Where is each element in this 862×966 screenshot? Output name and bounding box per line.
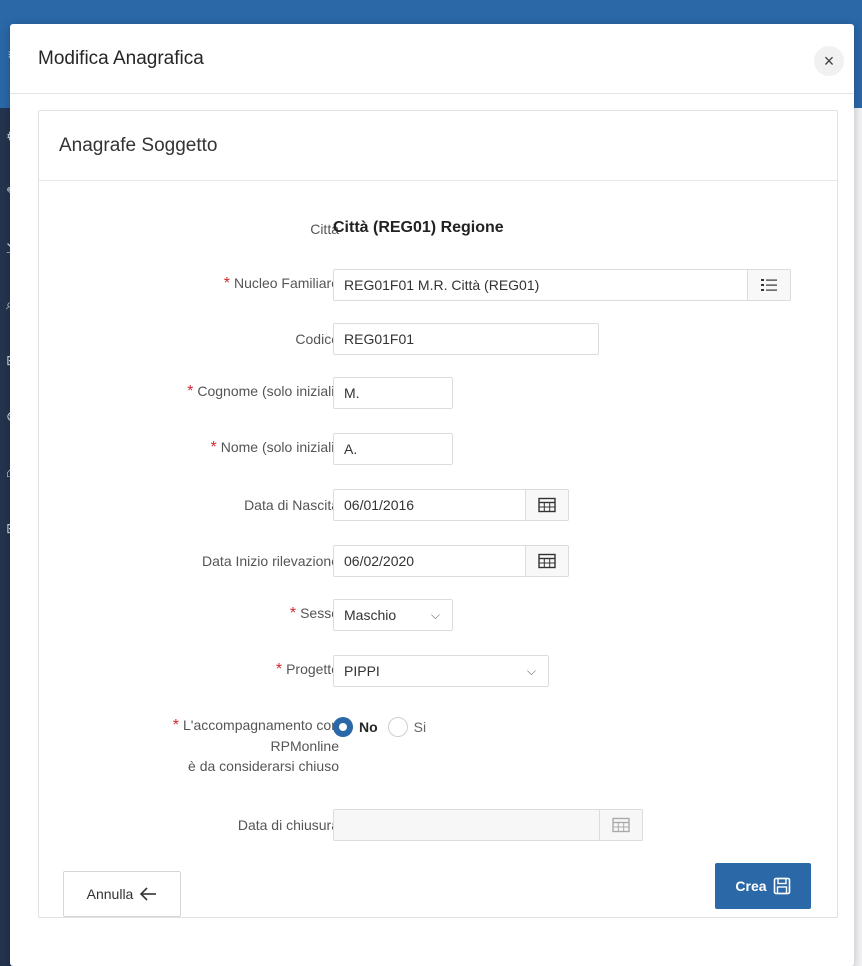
annulla-label: Annulla [86, 886, 134, 902]
nucleo-label-text: Nucleo Familiare [233, 275, 339, 291]
data-inizio-input[interactable]: 06/02/2020 [333, 545, 569, 577]
data-inizio-calendar-button[interactable] [525, 545, 569, 577]
sesso-select[interactable]: Maschio ⌵ [333, 599, 453, 631]
required-asterisk: * [172, 717, 179, 734]
nome-input[interactable]: A. [333, 433, 453, 465]
edit-dialog: Modifica Anagrafica × Anagrafe Soggetto … [10, 24, 854, 966]
cognome-input[interactable]: M. [333, 377, 453, 409]
nome-value: A. [344, 441, 358, 457]
arrow-left-icon [140, 887, 157, 901]
chevron-down-icon: ⌵ [526, 664, 536, 678]
data-chiusura-input[interactable] [333, 809, 643, 841]
radio-si[interactable] [387, 717, 408, 737]
chevron-down-icon: ⌵ [430, 608, 440, 622]
radio-si-label[interactable]: Si [414, 719, 426, 735]
accompagnamento-label-line1: L'accompagnamento con [183, 717, 339, 733]
codice-value: REG01F01 [344, 331, 415, 347]
nucleo-input[interactable]: REG01F01 M.R. Città (REG01) [333, 269, 791, 301]
radio-no[interactable] [333, 717, 353, 737]
data-inizio-value: 06/02/2020 [344, 553, 415, 569]
radio-no-label[interactable]: No [359, 719, 378, 735]
cognome-value: M. [344, 385, 360, 401]
accompagnamento-label: * L'accompagnamento con RPMonline è da co… [173, 715, 339, 776]
data-nascita-input[interactable]: 06/01/2016 [333, 489, 569, 521]
cognome-label-text: Cognome (solo iniziali) [197, 383, 339, 399]
accompagnamento-label-line2: RPMonline [270, 738, 339, 754]
accompagnamento-label-line3: è da considerarsi chiuso [188, 758, 339, 774]
data-nascita-value: 06/01/2016 [344, 497, 415, 513]
accompagnamento-radio-group: No Si [333, 717, 426, 737]
save-icon [773, 877, 790, 895]
close-icon: × [823, 51, 835, 71]
annulla-button[interactable]: Annulla [63, 871, 181, 917]
progetto-select[interactable]: PIPPI ⌵ [333, 655, 549, 687]
calendar-icon [538, 553, 556, 569]
dialog-header: Modifica Anagrafica × [10, 24, 854, 94]
nucleo-value: REG01F01 M.R. Città (REG01) [344, 277, 540, 293]
crea-button[interactable]: Crea [715, 863, 811, 909]
required-asterisk: * [187, 383, 194, 400]
progetto-label-text: Progetto [286, 661, 339, 677]
nucleo-label: * Nucleo Familiare [224, 275, 339, 293]
data-inizio-label: Data Inizio rilevazione [202, 553, 339, 569]
calendar-icon [612, 817, 630, 833]
required-asterisk: * [210, 439, 217, 456]
region-title: Anagrafe Soggetto [59, 134, 218, 156]
citta-value: Città (REG01) Regione [333, 219, 504, 236]
sesso-label: * Sesso [290, 605, 339, 623]
nucleo-list-button[interactable] [747, 269, 791, 301]
nome-label: * Nome (solo iniziali) [211, 439, 340, 457]
sesso-value: Maschio [344, 607, 397, 623]
progetto-value: PIPPI [344, 663, 380, 679]
data-chiusura-label: Data di chiusura [237, 817, 339, 833]
data-nascita-calendar-button[interactable] [525, 489, 569, 521]
calendar-icon [538, 497, 556, 513]
accompagnamento-label-line1-wrap: * L'accompagnamento con [173, 715, 339, 736]
dialog-title: Modifica Anagrafica [38, 47, 204, 69]
data-nascita-label: Data di Nascita [244, 497, 339, 513]
progetto-label: * Progetto [276, 661, 339, 679]
nome-label-text: Nome (solo iniziali) [220, 439, 339, 455]
data-chiusura-calendar-button[interactable] [599, 809, 643, 841]
cognome-label: * Cognome (solo iniziali) [187, 383, 339, 401]
codice-input[interactable]: REG01F01 [333, 323, 599, 355]
region-header: Anagrafe Soggetto [39, 111, 837, 181]
required-asterisk: * [289, 605, 297, 622]
list-icon [761, 279, 777, 291]
region-anagrafe: Anagrafe Soggetto Città Città (REG01) Re… [38, 110, 838, 918]
required-asterisk: * [223, 275, 230, 292]
close-button[interactable]: × [814, 46, 844, 76]
required-asterisk: * [275, 661, 283, 678]
crea-label: Crea [735, 878, 767, 894]
